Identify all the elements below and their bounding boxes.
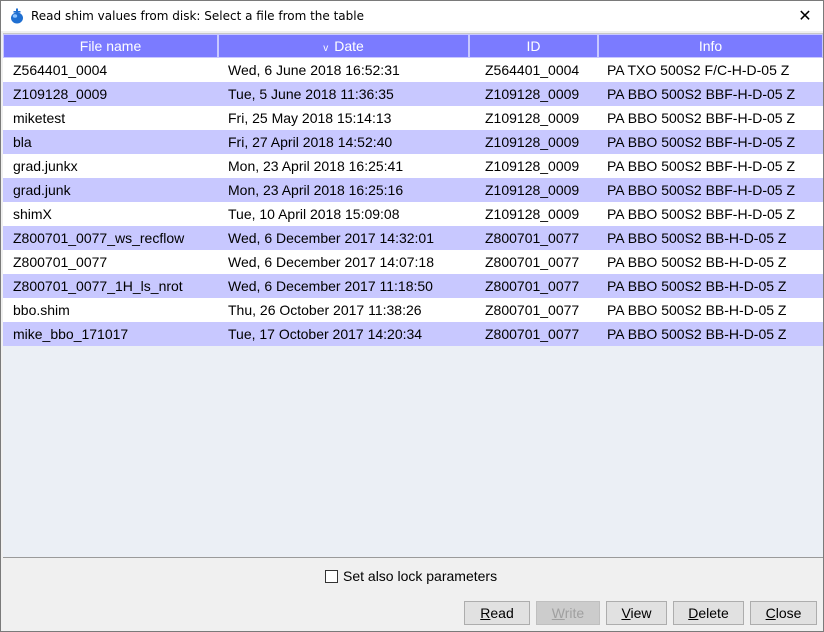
cell-date: Wed, 6 December 2017 14:07:18 [228,254,434,270]
table-row[interactable]: Z800701_0077_ws_recflow Wed, 6 December 2… [3,226,823,250]
cell-id: Z109128_0009 [485,182,580,198]
write-button-label: Write [551,605,585,621]
cell-date: Wed, 6 June 2018 16:52:31 [228,62,400,78]
cell-id: Z800701_0077 [485,326,580,342]
cell-date: Tue, 10 April 2018 15:09:08 [228,206,400,222]
app-icon [11,8,23,24]
title-bar[interactable]: Read shim values from disk: Select a fil… [1,1,823,31]
cell-file-name: Z800701_0077_ws_recflow [13,230,185,246]
lock-parameters-checkbox[interactable] [325,570,338,583]
cell-id: Z800701_0077 [485,278,580,294]
cell-info: PA BBO 500S2 BBF-H-D-05 Z [607,182,796,198]
table-row[interactable]: mike_bbo_171017 Tue, 17 October 2017 14:2… [3,322,823,346]
close-button-label: Close [765,605,802,621]
dialog-window: Read shim values from disk: Select a fil… [0,0,824,632]
cell-id: Z564401_0004 [485,62,580,78]
cell-info: PA BBO 500S2 BBF-H-D-05 Z [607,158,796,174]
cell-info: PA BBO 500S2 BBF-H-D-05 Z [607,110,796,126]
cell-date: Fri, 25 May 2018 15:14:13 [228,110,392,126]
cell-id: Z109128_0009 [485,134,580,150]
table-row[interactable]: miketest Fri, 25 May 2018 15:14:13 Z109128… [3,106,823,130]
table-row[interactable]: Z800701_0077 Wed, 6 December 2017 14:07:1… [3,250,823,274]
table-row[interactable]: bla Fri, 27 April 2018 14:52:40 Z109128_00… [3,130,823,154]
cell-date: Wed, 6 December 2017 14:32:01 [228,230,434,246]
column-header-label: ID [526,38,541,54]
cell-info: PA BBO 500S2 BB-H-D-05 Z [607,302,787,318]
delete-button[interactable]: Delete [673,601,744,625]
cell-file-name: grad.junk [13,182,71,198]
cell-info: PA BBO 500S2 BB-H-D-05 Z [607,254,787,270]
view-button[interactable]: View [606,601,667,625]
cell-id: Z800701_0077 [485,230,580,246]
table-row[interactable]: bbo.shim Thu, 26 October 2017 11:38:26 Z80… [3,298,823,322]
cell-id: Z800701_0077 [485,302,580,318]
cell-info: PA TXO 500S2 F/C-H-D-05 Z [607,62,790,78]
cell-date: Mon, 23 April 2018 16:25:16 [228,182,404,198]
lock-parameters-label[interactable]: Set also lock parameters [343,568,497,584]
table-header: File name v Date ID Info [3,34,823,58]
table-row[interactable]: Z564401_0004 Wed, 6 June 2018 16:52:31 Z56… [3,58,823,82]
cell-file-name: shimX [13,206,52,222]
read-button-label: Read [480,605,514,621]
column-header-label: Date [334,38,364,54]
cell-file-name: bla [13,134,32,150]
table-row[interactable]: grad.junkx Mon, 23 April 2018 16:25:41 Z10… [3,154,823,178]
cell-id: Z109128_0009 [485,86,580,102]
view-button-label: View [621,605,652,621]
write-button[interactable]: Write [536,601,600,625]
cell-file-name: mike_bbo_171017 [13,326,129,342]
close-button[interactable]: Close [750,601,817,625]
cell-file-name: miketest [13,110,66,126]
cell-date: Tue, 5 June 2018 11:36:35 [228,86,394,102]
cell-info: PA BBO 500S2 BBF-H-D-05 Z [607,206,796,222]
close-window-icon[interactable]: ✕ [793,4,817,28]
column-header-file-name[interactable]: File name [3,34,218,58]
table-row[interactable]: Z109128_0009 Tue, 5 June 2018 11:36:35 Z10… [3,82,823,106]
cell-file-name: bbo.shim [13,302,70,318]
delete-button-label: Delete [688,605,729,621]
cell-id: Z109128_0009 [485,110,580,126]
column-header-label: Info [698,38,723,54]
read-button[interactable]: Read [464,601,530,625]
column-header-date[interactable]: v Date [218,34,469,58]
cell-info: PA BBO 500S2 BBF-H-D-05 Z [607,134,796,150]
window-title: Read shim values from disk: Select a fil… [31,9,364,23]
table-row[interactable]: grad.junk Mon, 23 April 2018 16:25:16 Z109… [3,178,823,202]
cell-file-name: Z564401_0004 [13,62,108,78]
column-header-id[interactable]: ID [469,34,598,58]
cell-date: Fri, 27 April 2018 14:52:40 [228,134,393,150]
cell-info: PA BBO 500S2 BB-H-D-05 Z [607,326,787,342]
cell-info: PA BBO 500S2 BBF-H-D-05 Z [607,86,796,102]
cell-file-name: Z800701_0077_1H_ls_nrot [13,278,183,294]
sort-descending-icon: v [323,43,329,54]
cell-date: Tue, 17 October 2017 14:20:34 [228,326,423,342]
cell-file-name: Z800701_0077 [13,254,108,270]
table-row[interactable]: shimX Tue, 10 April 2018 15:09:08 Z109128_… [3,202,823,226]
cell-file-name: grad.junkx [13,158,78,174]
cell-date: Wed, 6 December 2017 11:18:50 [228,278,433,294]
cell-info: PA BBO 500S2 BB-H-D-05 Z [607,230,787,246]
cell-id: Z109128_0009 [485,206,580,222]
column-header-info[interactable]: Info [598,34,823,58]
cell-id: Z800701_0077 [485,254,580,270]
cell-file-name: Z109128_0009 [13,86,108,102]
cell-info: PA BBO 500S2 BB-H-D-05 Z [607,278,787,294]
column-header-label: File name [79,38,142,54]
cell-date: Thu, 26 October 2017 11:38:26 [228,302,422,318]
file-table[interactable]: File name v Date ID Info Z564401_0004 Wed,… [3,33,823,558]
cell-date: Mon, 23 April 2018 16:25:41 [228,158,404,174]
table-row[interactable]: Z800701_0077_1H_ls_nrot Wed, 6 December 2… [3,274,823,298]
cell-id: Z109128_0009 [485,158,580,174]
